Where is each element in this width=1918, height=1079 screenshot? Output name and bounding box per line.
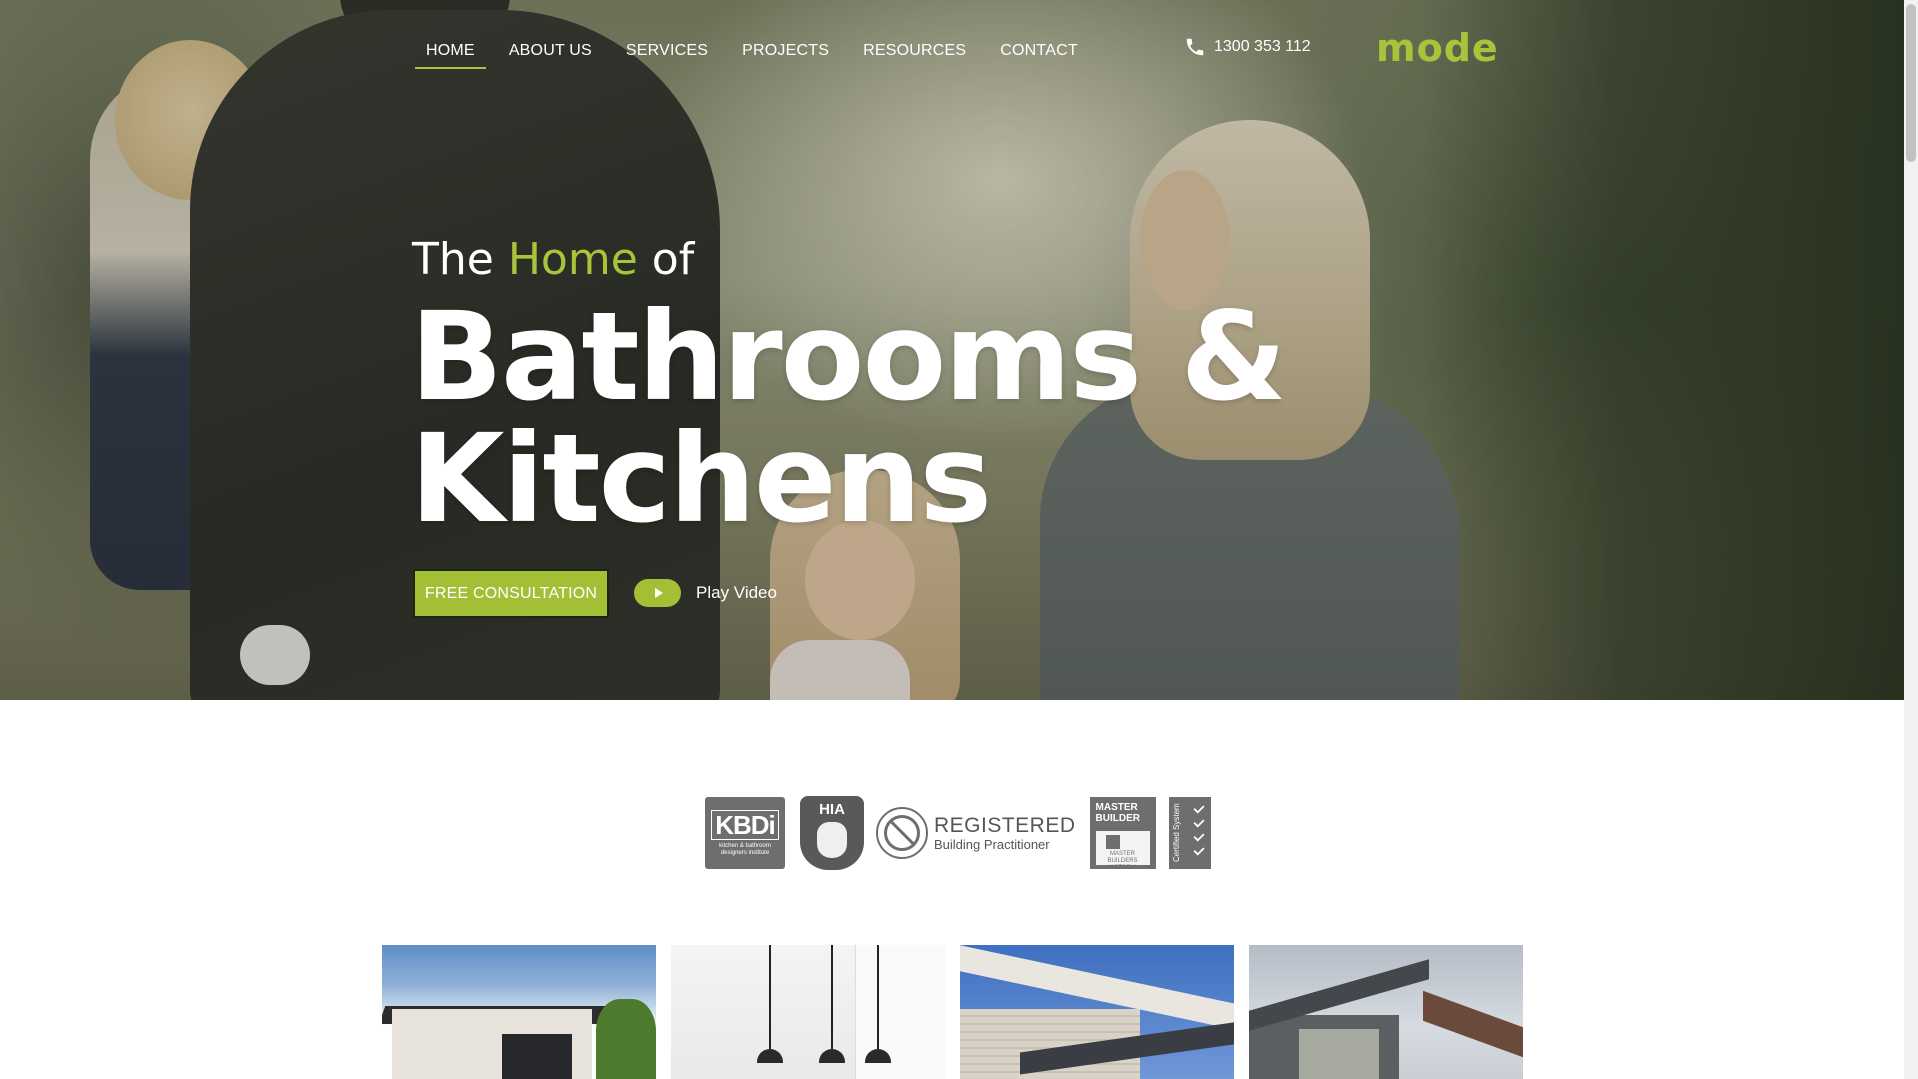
project-card-4[interactable] bbox=[1249, 945, 1523, 1079]
phone-icon bbox=[1186, 38, 1204, 56]
hero-title-line-1: Bathrooms & bbox=[410, 286, 1287, 428]
registered-practitioner-logo: REGISTERED Building Practitioner bbox=[876, 807, 1076, 859]
hero-subtitle-accent: Home bbox=[507, 234, 638, 285]
project-card-2[interactable] bbox=[671, 945, 945, 1079]
project-thumbnails bbox=[382, 945, 1538, 1079]
hero-subtitle: The Home of bbox=[412, 232, 694, 288]
hia-logo: HIA bbox=[800, 796, 864, 870]
hero-subtitle-pre: The bbox=[412, 234, 494, 285]
kbdi-caption: kitchen & bathroom designers institute bbox=[719, 842, 771, 856]
main-nav: HOME ABOUT US SERVICES PROJECTS RESOURCE… bbox=[415, 38, 1101, 69]
certified-system-logo: Certified System bbox=[1168, 797, 1211, 869]
master-builder-line-2: BUILDER bbox=[1095, 813, 1140, 824]
hia-hand-icon bbox=[817, 822, 847, 858]
registered-line-2: Building Practitioner bbox=[934, 836, 1050, 852]
project-card-1[interactable] bbox=[382, 945, 656, 1079]
certified-system-label: Certified System bbox=[1171, 803, 1181, 863]
play-icon bbox=[634, 579, 681, 607]
page-scrollbar[interactable] bbox=[1904, 0, 1918, 1079]
nav-item-about-us[interactable]: ABOUT US bbox=[498, 38, 603, 64]
kbdi-mark: KBDi bbox=[711, 809, 779, 840]
hero-section: HOME ABOUT US SERVICES PROJECTS RESOURCE… bbox=[0, 0, 1904, 700]
certified-check-icon bbox=[1191, 802, 1207, 859]
nav-item-home[interactable]: HOME bbox=[415, 38, 486, 69]
building-commission-seal-icon bbox=[876, 807, 928, 859]
nav-item-projects[interactable]: PROJECTS bbox=[731, 38, 840, 64]
registered-line-1: REGISTERED bbox=[934, 813, 1076, 837]
master-builder-line-1: MASTER bbox=[1095, 802, 1138, 813]
hero-subtitle-post: of bbox=[651, 234, 695, 285]
free-consultation-button[interactable]: FREE CONSULTATION bbox=[413, 569, 609, 618]
hero-title: Bathrooms & Kitchens bbox=[410, 286, 1287, 550]
phone-link[interactable]: 1300 353 112 bbox=[1184, 36, 1311, 58]
hia-mark: HIA bbox=[819, 801, 845, 818]
scrollbar-thumb[interactable] bbox=[1906, 4, 1916, 162]
master-builder-logo: MASTER BUILDER MASTER BUILDERS VICTORIA bbox=[1089, 797, 1156, 871]
nav-item-services[interactable]: SERVICES bbox=[615, 38, 719, 64]
kbdi-logo: KBDi kitchen & bathroom designers instit… bbox=[705, 797, 785, 869]
accreditation-badges: KBDi kitchen & bathroom designers instit… bbox=[705, 796, 1211, 871]
master-builders-victoria: MASTER BUILDERS VICTORIA bbox=[1095, 831, 1150, 871]
site-logo[interactable]: mode bbox=[1376, 26, 1499, 70]
phone-number: 1300 353 112 bbox=[1214, 38, 1311, 55]
hero-title-line-2: Kitchens bbox=[410, 408, 992, 550]
play-video-button[interactable]: Play Video bbox=[634, 579, 777, 607]
nav-item-resources[interactable]: RESOURCES bbox=[852, 38, 977, 64]
nav-item-contact[interactable]: CONTACT bbox=[989, 38, 1089, 64]
project-card-3[interactable] bbox=[960, 945, 1234, 1079]
play-video-label: Play Video bbox=[696, 583, 777, 602]
